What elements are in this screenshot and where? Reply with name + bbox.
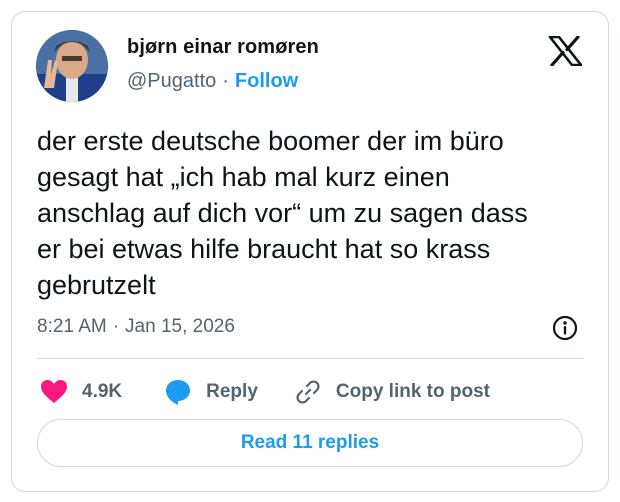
timestamp[interactable]: 8:21 AM · Jan 15, 2026: [37, 316, 235, 338]
action-bar: 4.9K Reply Copy link to post: [40, 374, 490, 410]
info-icon[interactable]: [552, 315, 578, 341]
read-replies-label: Read 11 replies: [240, 432, 380, 453]
tweet-time: 8:21 AM: [37, 316, 107, 337]
speech-bubble-icon: [166, 380, 191, 405]
tweet-card: bjørn einar romøren @Pugatto · Follow de…: [11, 11, 609, 492]
tweet-date: Jan 15, 2026: [125, 316, 235, 337]
x-logo-icon[interactable]: [548, 36, 582, 66]
author-name[interactable]: bjørn einar romøren: [127, 36, 319, 59]
author-handle[interactable]: @Pugatto: [127, 70, 216, 93]
handle-row: @Pugatto · Follow: [127, 70, 298, 93]
heart-icon: [41, 380, 67, 403]
link-icon: [296, 380, 320, 404]
copy-link-button[interactable]: Copy link to post: [294, 378, 490, 406]
separator-dot: ·: [222, 70, 229, 92]
reply-button[interactable]: Reply: [164, 378, 258, 406]
timestamp-separator: ·: [112, 316, 120, 337]
tweet-text: der erste deutsche boomer der im büro ge…: [37, 126, 528, 300]
avatar[interactable]: [36, 30, 108, 102]
like-button[interactable]: 4.9K: [40, 379, 122, 405]
read-replies-button[interactable]: Read 11 replies: [37, 419, 583, 467]
like-count: 4.9K: [82, 381, 123, 402]
follow-button[interactable]: Follow: [235, 70, 298, 93]
copy-link-label: Copy link to post: [335, 381, 490, 402]
divider: [37, 358, 583, 359]
reply-label: Reply: [206, 381, 258, 402]
